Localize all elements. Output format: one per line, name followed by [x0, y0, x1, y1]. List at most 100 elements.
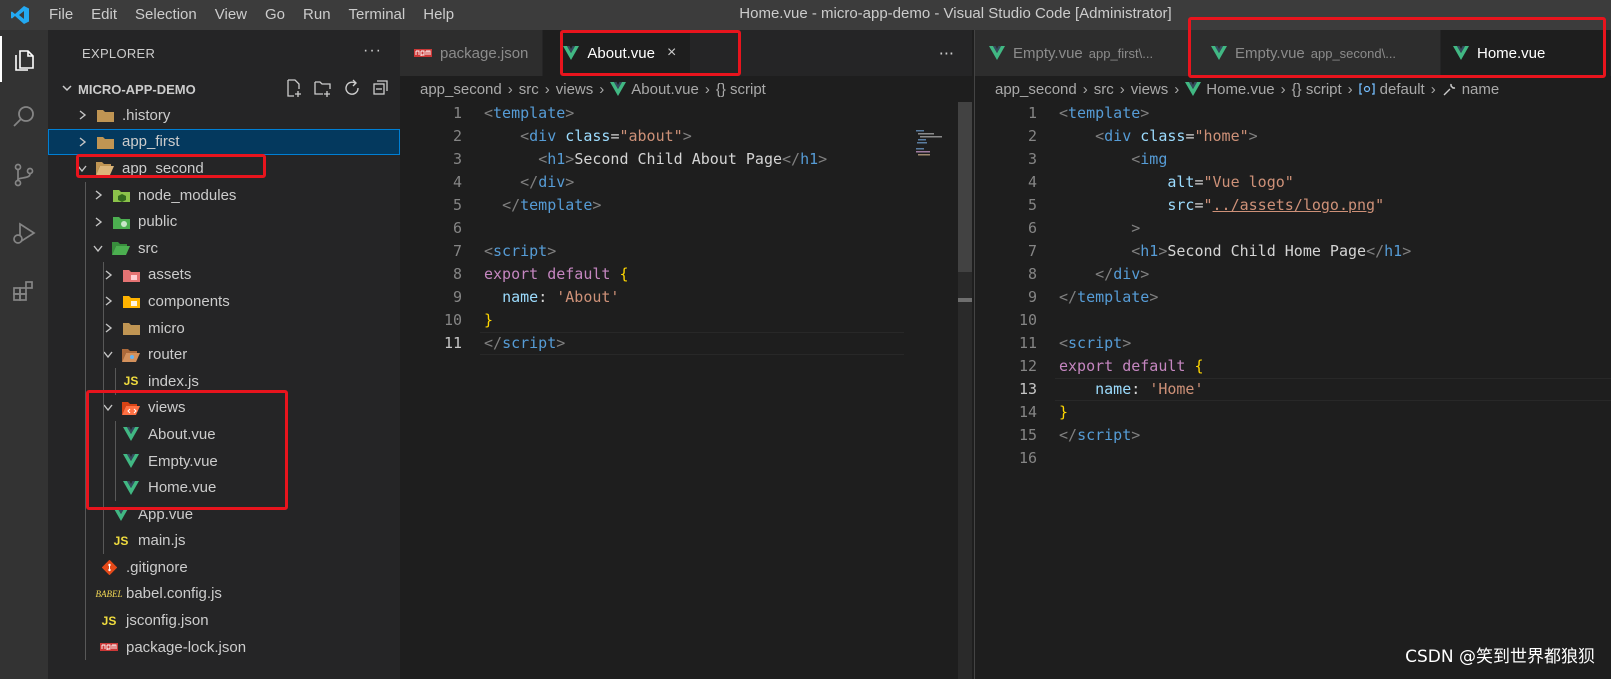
js-file-icon: JS [123, 374, 139, 389]
code-editor-left[interactable]: 1 2 3 4 5 6 7 8 9 10 11 <template> <div … [400, 102, 972, 355]
menu-selection[interactable]: Selection [126, 0, 206, 30]
explorer-toolbar [285, 79, 390, 97]
new-folder-icon[interactable] [314, 79, 332, 97]
node-modules-folder-icon [112, 187, 130, 203]
code-editor-right[interactable]: 1 2 3 4 5 6 7 8 9 10 11 12 13 14 15 16 <… [975, 102, 1611, 470]
tree-item-label: assets [148, 266, 192, 284]
tree-item-label: node_modules [138, 186, 237, 204]
tree-item-components[interactable]: components [48, 288, 400, 315]
explorer-header: EXPLORER ··· [48, 30, 400, 76]
breadcrumb-item[interactable]: src [519, 81, 539, 98]
tab-home-vue[interactable]: Home.vue [1441, 30, 1611, 76]
refresh-icon[interactable] [343, 79, 361, 97]
menu-view[interactable]: View [206, 0, 256, 30]
explorer-icon[interactable] [0, 30, 48, 88]
chevron-right-icon [74, 137, 90, 147]
tab-about-vue[interactable]: About.vue × [543, 30, 692, 76]
tree-item-history[interactable]: .history [48, 102, 400, 129]
tree-item-package-lock[interactable]: package-lock.json [48, 633, 400, 661]
line-number: 4 [452, 173, 462, 191]
tree-item-label: components [148, 292, 230, 310]
babel-file-icon: BABEL [95, 588, 123, 599]
more-actions-icon[interactable]: ··· [939, 44, 954, 63]
menu-edit[interactable]: Edit [82, 0, 126, 30]
tree-item-index-js[interactable]: JS index.js [48, 367, 400, 395]
menu-run[interactable]: Run [294, 0, 340, 30]
code-content: <template> <div class="about"> <h1>Secon… [484, 104, 828, 352]
tab-empty-vue-app-first[interactable]: Empty.vue app_first\... [975, 30, 1189, 76]
tree-item-router[interactable]: router [48, 341, 400, 368]
tree-item-label: index.js [148, 372, 199, 390]
breadcrumb-item[interactable]: app_second [995, 81, 1077, 98]
line-number: 16 [1018, 449, 1037, 467]
menu-help[interactable]: Help [414, 0, 463, 30]
explorer-sidebar: EXPLORER ··· MICRO-APP-DEMO .history app… [48, 30, 400, 679]
tab-description: app_first\... [1088, 45, 1154, 61]
line-number: 8 [1027, 265, 1037, 283]
tree-item-label: jsconfig.json [126, 612, 209, 630]
tree-item-micro[interactable]: micro [48, 314, 400, 342]
extensions-icon[interactable] [0, 262, 48, 320]
tree-item-label: app_second [122, 159, 204, 177]
run-debug-icon[interactable] [0, 204, 48, 262]
breadcrumb-item[interactable]: views [1131, 81, 1169, 98]
tab-package-json[interactable]: package.json [400, 30, 544, 76]
minimap[interactable] [916, 130, 956, 160]
js-file-icon: JS [101, 613, 117, 628]
tree-item-gitignore[interactable]: .gitignore [48, 554, 400, 581]
tree-item-assets[interactable]: assets [48, 261, 400, 289]
menu-terminal[interactable]: Terminal [340, 0, 415, 30]
breadcrumb-item[interactable]: app_second [420, 81, 502, 98]
tree-item-app-first[interactable]: app_first [48, 128, 400, 156]
folder-icon [96, 134, 114, 150]
more-actions-icon[interactable]: ··· [363, 42, 382, 60]
tree-item-label: About.vue [148, 425, 216, 443]
vue-file-icon [1453, 46, 1469, 60]
watermark: CSDN @笑到世界都狼狈 [1405, 647, 1595, 667]
breadcrumb-item[interactable]: src [1094, 81, 1114, 98]
tree-item-node-modules[interactable]: node_modules [48, 181, 400, 209]
tree-item-src[interactable]: src [48, 234, 400, 262]
tree-item-label: .history [122, 106, 171, 124]
tree-item-app-second[interactable]: app_second [48, 155, 400, 182]
tree-item-jsconfig[interactable]: JS jsconfig.json [48, 607, 400, 634]
source-control-icon[interactable] [0, 146, 48, 204]
tree-item-label: package-lock.json [126, 638, 247, 656]
breadcrumb-item[interactable]: default [1380, 81, 1425, 98]
breadcrumb-item[interactable]: views [556, 81, 594, 98]
line-number-current: 13 [1018, 380, 1037, 398]
tree-item-public[interactable]: public [48, 208, 400, 235]
search-icon[interactable] [0, 88, 48, 146]
tree-item-home-vue[interactable]: Home.vue [48, 474, 400, 501]
tree-item-label: .gitignore [126, 558, 188, 576]
new-file-icon[interactable] [285, 79, 303, 97]
line-number: 2 [452, 127, 462, 145]
tree-item-app-vue[interactable]: App.vue [48, 500, 400, 528]
tree-item-about-vue[interactable]: About.vue [48, 421, 400, 448]
menu-file[interactable]: File [40, 0, 82, 30]
collapse-all-icon[interactable] [372, 79, 390, 97]
breadcrumb-item[interactable]: {} script [716, 81, 766, 98]
tree-item-babel-config[interactable]: BABEL babel.config.js [48, 580, 400, 608]
workspace-root[interactable]: MICRO-APP-DEMO [48, 76, 400, 102]
tree-item-label: router [148, 346, 188, 364]
breadcrumb-item[interactable]: About.vue [631, 81, 699, 98]
tree-item-views[interactable]: views [48, 394, 400, 422]
folder-open-icon [96, 160, 114, 176]
file-tree: .history app_first app_second node_modul… [48, 102, 400, 661]
breadcrumb-item[interactable]: {} script [1292, 81, 1342, 98]
close-icon[interactable]: × [667, 44, 676, 62]
folder-icon [96, 107, 114, 123]
breadcrumb-item[interactable]: Home.vue [1206, 81, 1274, 98]
scrollbar-thumb[interactable] [958, 102, 972, 272]
line-number: 10 [443, 311, 462, 329]
menu-go[interactable]: Go [256, 0, 294, 30]
tree-item-empty-vue[interactable]: Empty.vue [48, 447, 400, 475]
folder-icon [122, 320, 140, 336]
tab-empty-vue-app-second[interactable]: Empty.vue app_second\... [1189, 30, 1441, 76]
vue-file-icon [1185, 82, 1202, 96]
tree-item-main-js[interactable]: JS main.js [48, 527, 400, 555]
tree-item-label: src [138, 239, 158, 257]
breadcrumb-item[interactable]: name [1462, 81, 1500, 98]
assets-folder-icon [122, 267, 140, 283]
